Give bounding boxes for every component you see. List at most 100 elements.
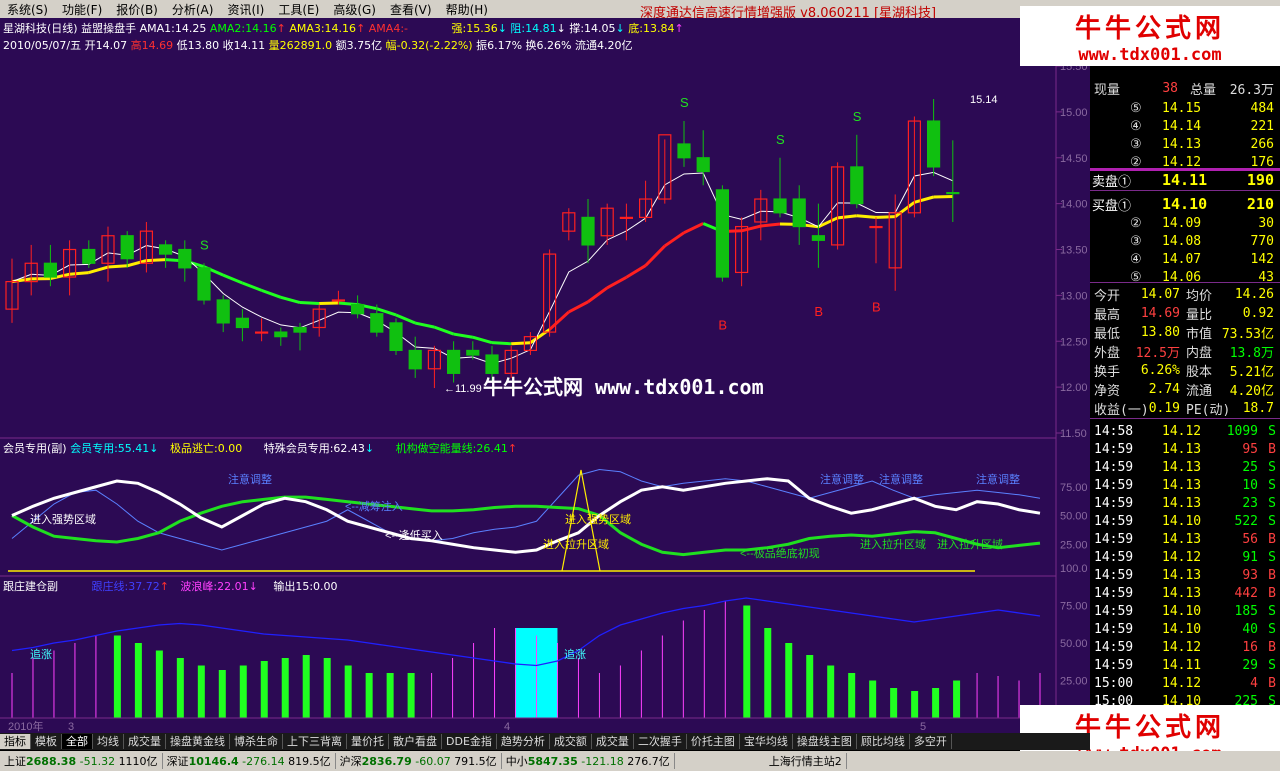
tick-row-4: 14:59 14.13 23 S [1094, 495, 1276, 511]
toolbar-tab-0[interactable]: 指标 [0, 734, 31, 749]
ind1-annotation: 注意调整 [228, 472, 272, 486]
index-quote-3[interactable]: 中小5847.35 -121.18 276.7亿 [502, 753, 675, 769]
quote-separator [1090, 190, 1280, 191]
toolbar-tab-5[interactable]: 操盘黄金线 [166, 734, 230, 749]
ama-line-segment [511, 341, 531, 346]
ama2-value: AMA2:14.16 [209, 22, 277, 35]
candle-body [466, 349, 480, 356]
chart-area[interactable]: 15.50 15.00 14.50 14.00 13.50 13.00 12.50 12.00… [0, 18, 1090, 733]
toolbar-tab-14[interactable]: 二次握手 [634, 734, 687, 749]
ind2-bar [197, 665, 205, 718]
candle-body [869, 225, 883, 229]
menu-item-6[interactable]: 高级(G) [326, 1, 383, 18]
ind2-bar [323, 658, 331, 718]
sell-signal: S [680, 95, 689, 110]
ind1-annotation: 进入拉升区域 [543, 537, 609, 551]
ind2-bar [911, 691, 919, 718]
toolbar-tab-7[interactable]: 上下三背离 [283, 734, 347, 749]
ama-line-segment [69, 271, 89, 276]
strong-value: 强:15.36 [451, 22, 498, 35]
ind2-bar [218, 670, 226, 718]
ama-line-segment [894, 201, 916, 218]
tick-row-1: 14:59 14.13 95 B [1094, 441, 1276, 457]
candle-body [370, 313, 384, 333]
toolbar-tab-8[interactable]: 量价托 [347, 734, 389, 749]
ind1-axis-label: 25.00 [1060, 539, 1088, 551]
ama-line-segment [606, 275, 628, 290]
index-quote-2[interactable]: 沪深2836.79 -60.07 791.5亿 [336, 753, 502, 769]
tick-row-8: 14:59 14.13 93 B [1094, 567, 1276, 583]
index-quote-1[interactable]: 深证10146.4 -276.14 819.5亿 [163, 753, 336, 769]
ama-line-segment [817, 216, 839, 229]
toolbar-tab-15[interactable]: 价托主图 [687, 734, 740, 749]
menu-item-2[interactable]: 报价(B) [109, 1, 165, 18]
menu-item-1[interactable]: 功能(F) [55, 1, 109, 18]
toolbar-tab-10[interactable]: DDE金指 [442, 734, 497, 749]
toolbar-tab-13[interactable]: 成交量 [592, 734, 634, 749]
ama-line-segment [414, 321, 435, 329]
toolbar-tab-6[interactable]: 博杀生命 [230, 734, 283, 749]
toolbar-tab-19[interactable]: 多空开 [910, 734, 952, 749]
index-quote-0[interactable]: 上证2688.38 -51.32 1110亿 [0, 753, 163, 769]
candle-body [696, 157, 710, 173]
tick-row-14: 15:00 14.12 4 B [1094, 675, 1276, 691]
price-axis-label: 14.00 [1060, 199, 1088, 211]
menu-item-5[interactable]: 工具(E) [271, 1, 326, 18]
price-axis-label: 15.00 [1060, 107, 1088, 119]
ind1-annotation: 进入强势区域 [30, 513, 96, 526]
stock-title: 星湖科技(日线) [3, 22, 78, 35]
menu-item-8[interactable]: 帮助(H) [439, 1, 495, 18]
ama-line-segment [491, 341, 512, 346]
ind2-header: 跟庄建仓副 跟庄线:37.72↑ 波浪峰:22.01↓ 输出15:0.00 [3, 580, 338, 593]
menu-item-3[interactable]: 分析(A) [165, 1, 221, 18]
ind1-annotation: 进入拉升区域 [860, 537, 926, 551]
toolbar-tab-4[interactable]: 成交量 [124, 734, 166, 749]
buy-level-3: ③ 14.08 770 [1130, 233, 1274, 249]
tick-row-13: 14:59 14.11 29 S [1094, 657, 1276, 673]
toolbar-tab-11[interactable]: 趋势分析 [497, 734, 550, 749]
ind2-bar [386, 673, 394, 718]
toolbar-tab-2[interactable]: 全部 [62, 734, 93, 749]
ind2-bar [743, 605, 751, 718]
candle-body [677, 143, 691, 159]
sell-level-3: ③ 14.13 266 [1130, 136, 1274, 152]
toolbar-tab-16[interactable]: 宝华均线 [740, 734, 793, 749]
candle-body [408, 349, 422, 370]
toolbar-tab-18[interactable]: 顾比均线 [857, 734, 910, 749]
ama-line-segment [760, 222, 781, 228]
tick-row-11: 14:59 14.10 40 S [1094, 621, 1276, 637]
menu-item-0[interactable]: 系统(S) [0, 1, 55, 18]
toolbar-tab-9[interactable]: 散户看盘 [389, 734, 442, 749]
stat-row-1: 最高 14.69 量比 0.92 [1094, 305, 1274, 323]
candle-body [274, 331, 288, 338]
candle-body [82, 248, 96, 264]
toolbar-tab-3[interactable]: 均线 [93, 734, 124, 749]
ind2-bar [134, 643, 142, 718]
ama3-value: AMA3:14.16 [289, 22, 357, 35]
candle-body [715, 189, 730, 278]
toolbar-tab-1[interactable]: 模板 [31, 734, 62, 749]
ama4-value: AMA4:- [368, 22, 408, 35]
ama-line-segment [395, 313, 416, 325]
menu-item-7[interactable]: 查看(V) [383, 1, 439, 18]
price-axis-label: 12.50 [1060, 336, 1088, 348]
ama-line-segment [875, 215, 896, 219]
toolbar-tab-12[interactable]: 成交额 [550, 734, 592, 749]
ama-line-segment [261, 288, 282, 299]
candle-body [773, 198, 787, 214]
ind2-bar [764, 628, 772, 718]
price-axis-label: 12.00 [1060, 382, 1088, 394]
server-status[interactable]: 上海行情主站2 [765, 753, 847, 769]
candle-body [197, 267, 211, 301]
ind2-bar [260, 661, 268, 718]
indicator-name: 益盟操盘手 [81, 22, 137, 35]
ind2-bar [785, 643, 793, 718]
menu-item-4[interactable]: 资讯(I) [220, 1, 271, 18]
candle-body [331, 299, 345, 302]
ind2-bar [113, 635, 121, 718]
ama-line-segment [856, 214, 877, 219]
ind2-axis-label: 75.00 [1060, 601, 1088, 613]
date-axis-label: 4 [504, 721, 510, 733]
ind2-bar [806, 655, 814, 718]
toolbar-tab-17[interactable]: 操盘线主图 [793, 734, 857, 749]
